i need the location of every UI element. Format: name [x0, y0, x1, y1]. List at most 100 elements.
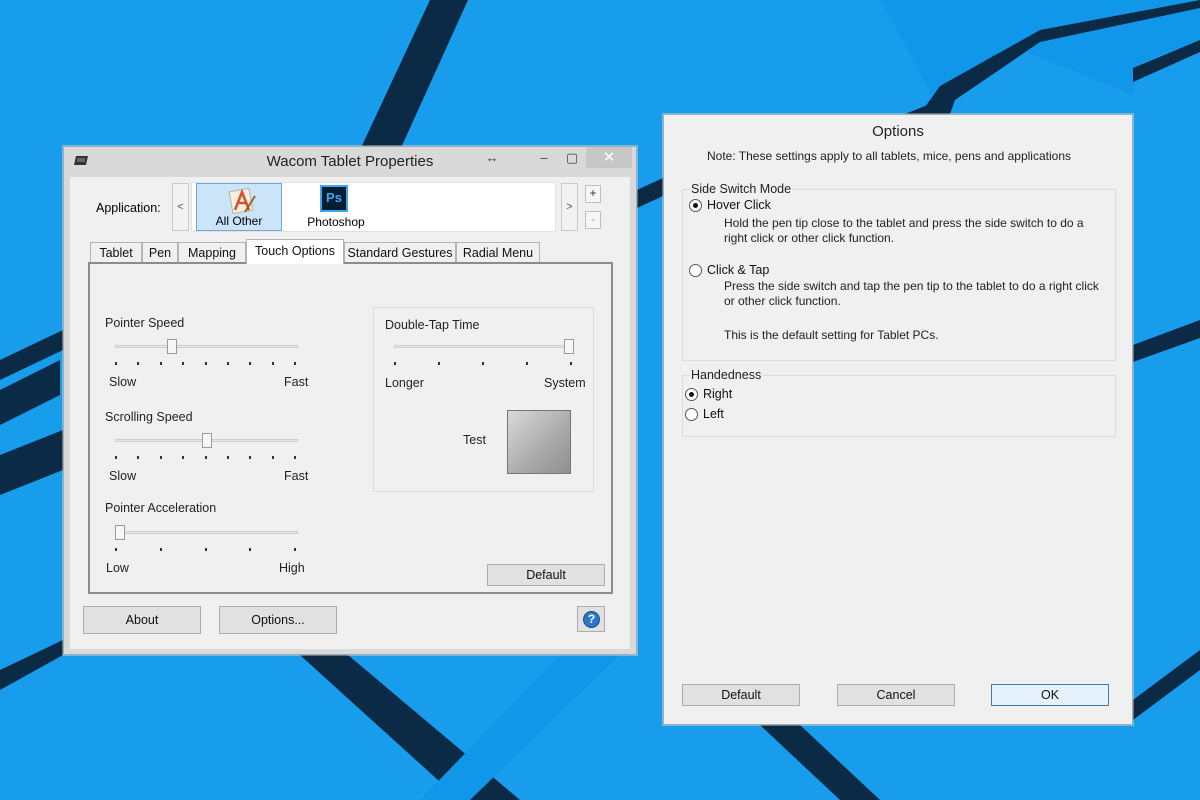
slider-tick [137, 456, 139, 459]
double-tap-time-label: Double-Tap Time [385, 318, 480, 332]
double-tap-time-slider[interactable] [394, 339, 574, 368]
click-tap-description-1: Press the side switch and tap the pen ti… [724, 279, 1099, 293]
pointer-acceleration-slider[interactable] [115, 525, 298, 554]
slider-tick [249, 362, 251, 365]
maximize-icon[interactable]: ▢ [562, 147, 582, 168]
pointer-acceleration-label: Pointer Acceleration [105, 501, 217, 515]
right-label: Right [703, 387, 733, 401]
slider-thumb[interactable] [167, 339, 177, 354]
click-tap-label: Click & Tap [707, 263, 770, 277]
slider-tick [205, 362, 207, 365]
settings-note: Note: These settings apply to all tablet… [707, 149, 1071, 163]
slider-tick [272, 456, 274, 459]
scrolling-speed-min-label: Slow [109, 469, 137, 483]
title-bar[interactable]: Options [664, 115, 1132, 145]
hover-click-radio-button[interactable] [689, 199, 702, 212]
slider-tick [160, 362, 162, 365]
side-switch-mode-group: Side Switch Mode Hover Click Hold the pe… [682, 182, 1116, 361]
help-button[interactable]: ? [577, 606, 605, 632]
slider-tick [115, 362, 117, 365]
slider-thumb[interactable] [115, 525, 125, 540]
resize-arrows-icon[interactable]: ↔ [482, 147, 502, 168]
ok-button[interactable]: OK [991, 684, 1109, 706]
touch-default-button[interactable]: Default [487, 564, 605, 586]
options-button[interactable]: Options... [219, 606, 337, 634]
application-label: Application: [96, 201, 161, 215]
pointer-acceleration-min-label: Low [106, 561, 129, 575]
apps-next-button[interactable]: > [561, 183, 578, 231]
slider-thumb[interactable] [202, 433, 212, 448]
app-tile-all-other[interactable]: All Other [196, 183, 282, 231]
slider-tick [160, 548, 162, 551]
options-dialog: Options Note: These settings apply to al… [663, 114, 1133, 725]
options-default-button[interactable]: Default [682, 684, 800, 706]
scrolling-speed-max-label: Fast [284, 469, 309, 483]
click-tap-radio-button[interactable] [689, 264, 702, 277]
slider-track[interactable] [115, 345, 298, 348]
slider-tick [182, 362, 184, 365]
photoshop-app-icon: Ps [320, 185, 348, 212]
pointer-speed-label: Pointer Speed [105, 316, 185, 330]
click-tap-description-3: This is the default setting for Tablet P… [724, 328, 939, 342]
slider-tick [205, 548, 207, 551]
slider-tick [160, 456, 162, 459]
hover-click-description-1: Hold the pen tip close to the tablet and… [724, 216, 1084, 230]
tab-radial-menu[interactable]: Radial Menu [456, 242, 540, 263]
slider-tick [294, 362, 296, 365]
slider-tick [182, 456, 184, 459]
left-radio-button[interactable] [685, 408, 698, 421]
app-tile-photoshop[interactable]: Ps Photoshop [284, 183, 388, 231]
slider-tick [272, 362, 274, 365]
application-list: All Other Ps Photoshop [191, 182, 556, 232]
scrolling-speed-label: Scrolling Speed [105, 410, 193, 424]
slider-tick [526, 362, 528, 365]
cancel-button[interactable]: Cancel [837, 684, 955, 706]
slider-tick [249, 548, 251, 551]
dialog-title: Options [872, 123, 924, 140]
side-switch-mode-legend: Side Switch Mode [690, 182, 793, 196]
slider-tick [294, 548, 296, 551]
slider-thumb[interactable] [564, 339, 574, 354]
tab-tablet[interactable]: Tablet [90, 242, 142, 263]
handedness-legend: Handedness [690, 368, 763, 382]
click-tap-description-2: or other click function. [724, 294, 841, 308]
slider-track[interactable] [394, 345, 574, 348]
app-tile-label: All Other [215, 214, 263, 228]
remove-application-button[interactable]: - [585, 211, 601, 229]
right-radio-button[interactable] [685, 388, 698, 401]
left-label: Left [703, 407, 724, 421]
test-label: Test [463, 433, 486, 447]
slider-tick [294, 456, 296, 459]
double-tap-group: Double-Tap Time Longer System Test [373, 307, 594, 492]
tab-standard-gestures[interactable]: Standard Gestures [344, 242, 456, 263]
scrolling-speed-slider[interactable] [115, 433, 298, 462]
slider-tick [227, 456, 229, 459]
slider-tick [205, 456, 207, 459]
slider-tick [115, 456, 117, 459]
pointer-speed-max-label: Fast [284, 375, 309, 389]
slider-tick [227, 362, 229, 365]
slider-tick [249, 456, 251, 459]
window-client-area: Application: < All Other Ps Photoshop > … [70, 177, 630, 649]
double-tap-test-area[interactable] [507, 410, 571, 474]
add-application-button[interactable]: + [585, 185, 601, 203]
dialog-client-area: Note: These settings apply to all tablet… [670, 145, 1127, 719]
wacom-tablet-properties-window: Wacom Tablet Properties ↔ – ▢ ✕ Applicat… [63, 146, 637, 655]
tab-touch-options[interactable]: Touch Options [246, 239, 344, 264]
minimize-icon[interactable]: – [534, 147, 554, 168]
double-tap-max-label: System [544, 376, 586, 390]
slider-tick [394, 362, 396, 365]
title-bar[interactable]: Wacom Tablet Properties ↔ – ▢ ✕ [64, 147, 636, 176]
hover-click-description-2: right click or other click function. [724, 231, 895, 245]
pointer-speed-slider[interactable] [115, 339, 298, 368]
about-button[interactable]: About [83, 606, 201, 634]
slider-track[interactable] [115, 531, 298, 534]
apps-prev-button[interactable]: < [172, 183, 189, 231]
tab-mapping[interactable]: Mapping [178, 242, 246, 263]
app-tile-label: Photoshop [307, 215, 365, 229]
slider-tick [438, 362, 440, 365]
close-icon[interactable]: ✕ [586, 147, 632, 168]
slider-tick [115, 548, 117, 551]
tab-pen[interactable]: Pen [142, 242, 178, 263]
touch-options-panel: Pointer Speed Slow Fast Scrolling Speed … [88, 262, 613, 594]
